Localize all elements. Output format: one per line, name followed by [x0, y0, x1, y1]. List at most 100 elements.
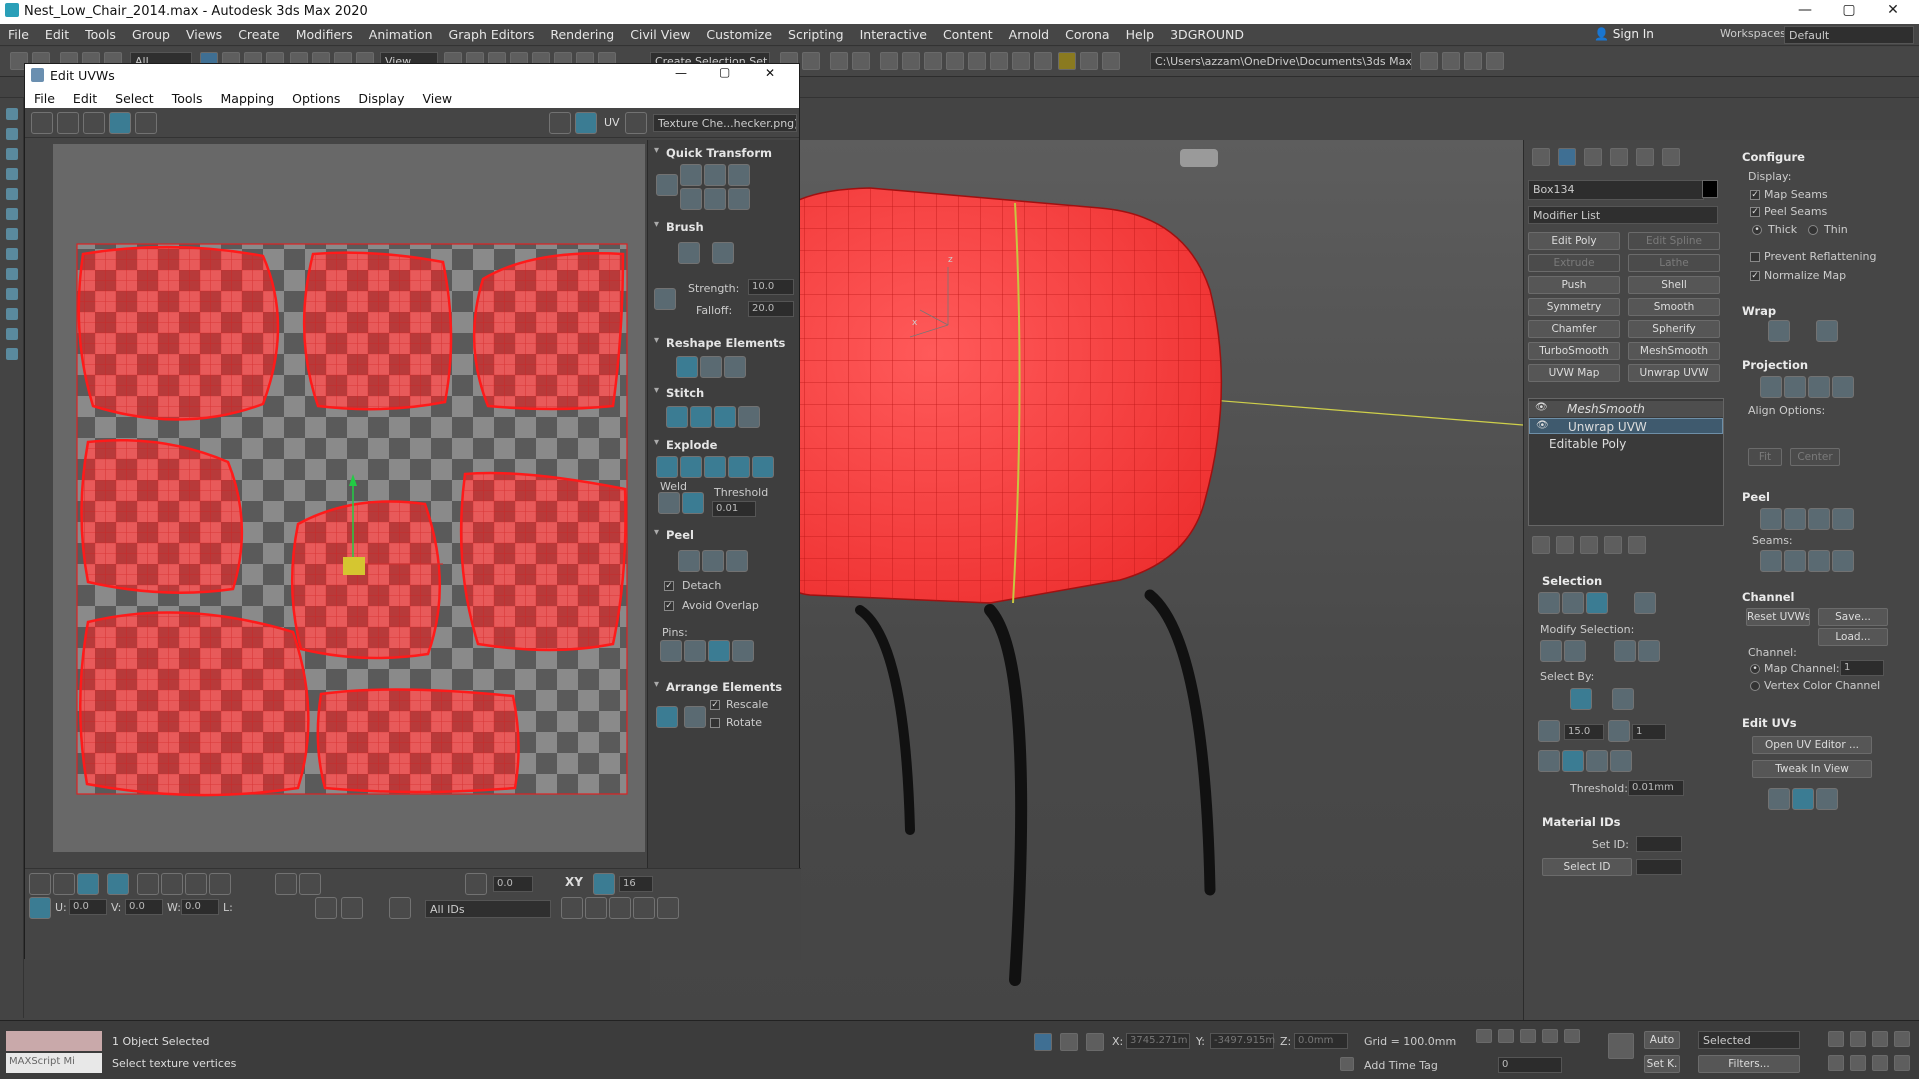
peel-header[interactable]: Peel	[1742, 490, 1770, 504]
spherical-map-icon[interactable]	[1808, 376, 1830, 398]
select-by-element-icon[interactable]	[1570, 688, 1592, 710]
menu-item-views[interactable]: Views	[178, 24, 230, 42]
uvw-menu-select[interactable]: Select	[106, 88, 163, 106]
load-channel-button[interactable]: Load...	[1818, 628, 1888, 646]
select-id-spinner[interactable]	[1636, 859, 1682, 875]
material-editor-icon[interactable]	[946, 52, 964, 70]
texture-dropdown[interactable]: Texture Che...hecker.png)	[653, 114, 797, 132]
show-hidden-icon[interactable]	[341, 897, 363, 919]
modifier-button-shell[interactable]: Shell	[1628, 276, 1720, 294]
paint-select-icon[interactable]	[275, 873, 297, 895]
box-map-icon[interactable]	[1832, 376, 1854, 398]
hierarchy-icon[interactable]	[6, 168, 18, 180]
brush-select-icon[interactable]	[299, 873, 321, 895]
modifier-button-lathe[interactable]: Lathe	[1628, 254, 1720, 272]
toggle-ribbon-icon[interactable]	[880, 52, 898, 70]
spline-map-icon[interactable]	[1768, 320, 1790, 342]
thick-radio[interactable]: •	[1752, 225, 1762, 235]
planar-angle-icon[interactable]	[1538, 720, 1560, 742]
modifier-button-spherify[interactable]: Spherify	[1628, 320, 1720, 338]
tweak-icon-2[interactable]	[1792, 788, 1814, 810]
rescale-checkbox[interactable]: ✓	[710, 700, 720, 710]
lscm-icon[interactable]	[1808, 508, 1830, 530]
tweak-in-view-button[interactable]: Tweak In View	[1752, 760, 1872, 778]
tweak-icon-3[interactable]	[1816, 788, 1838, 810]
z-coord-field[interactable]: 0.0mm	[1294, 1033, 1348, 1049]
uvw-maximize-button[interactable]: ▢	[719, 65, 730, 79]
relax-brush-icon[interactable]	[712, 242, 734, 264]
eye-icon[interactable]: 👁	[1536, 420, 1549, 431]
rotate-icon[interactable]	[57, 112, 79, 134]
pin-stack-icon[interactable]	[1532, 536, 1550, 554]
maxscript-listener[interactable]	[6, 1031, 102, 1051]
modifier-button-extrude[interactable]: Extrude	[1528, 254, 1620, 272]
menu-item-edit[interactable]: Edit	[37, 24, 77, 42]
grow-icon[interactable]	[1540, 640, 1562, 662]
shrink-selection-icon[interactable]	[161, 873, 183, 895]
modifier-button-edit-poly[interactable]: Edit Poly	[1528, 232, 1620, 250]
reset-peel-icon[interactable]	[726, 550, 748, 572]
save-channel-button[interactable]: Save...	[1818, 608, 1888, 626]
menu-item-arnold[interactable]: Arnold	[1001, 24, 1057, 42]
project-folder-icon[interactable]	[1420, 52, 1438, 70]
selection-threshold-spinner[interactable]: 0.01mm	[1628, 780, 1684, 796]
wrap-header[interactable]: Wrap	[1742, 304, 1776, 318]
select-pins-icon[interactable]	[732, 640, 754, 662]
pack-custom-icon[interactable]	[656, 706, 678, 728]
select-element-icon[interactable]	[1634, 592, 1656, 614]
unfold-strip-icon[interactable]	[1816, 320, 1838, 342]
select-id-button[interactable]: Select ID	[1542, 858, 1632, 876]
project-folder-dropdown[interactable]: C:\Users\azzam\OneDrive\Documents\3ds Ma…	[1150, 52, 1412, 70]
select-vertex-icon[interactable]	[1538, 592, 1560, 614]
menu-item-tools[interactable]: Tools	[77, 24, 124, 42]
detach-checkbox[interactable]: ✓	[664, 581, 674, 591]
schematic-view-icon[interactable]	[924, 52, 942, 70]
auto-pin-icon[interactable]	[708, 640, 730, 662]
loop-icon[interactable]	[185, 873, 207, 895]
filter-icon[interactable]	[6, 248, 18, 260]
pan-view-icon[interactable]	[1850, 1055, 1866, 1071]
fov-icon[interactable]	[1828, 1055, 1844, 1071]
next-frame-icon[interactable]	[1542, 1029, 1558, 1043]
stitch-to-source-icon[interactable]	[714, 406, 736, 428]
previous-frame-icon[interactable]	[1498, 1029, 1514, 1043]
pin-icon[interactable]	[660, 640, 682, 662]
uvw-menu-mapping[interactable]: Mapping	[212, 88, 284, 106]
show-map-icon[interactable]	[575, 112, 597, 134]
quick-peel-cmd-icon[interactable]	[1760, 508, 1782, 530]
stack-item-meshsmooth[interactable]: 👁 MeshSmooth	[1529, 401, 1723, 417]
brush-size-icon[interactable]	[654, 288, 676, 310]
open-icon[interactable]	[1442, 52, 1460, 70]
zoom-extents-icon[interactable]	[633, 897, 655, 919]
set-key-button[interactable]: Set K.	[1644, 1055, 1680, 1073]
convert-edge-icon[interactable]	[1832, 508, 1854, 530]
3dground-icon[interactable]	[1058, 52, 1076, 70]
grid-snap-icon[interactable]	[593, 873, 615, 895]
display-icon[interactable]	[6, 148, 18, 160]
peel-mode-icon[interactable]	[702, 550, 724, 572]
projection-header[interactable]: Projection	[1742, 358, 1808, 372]
minimize-button[interactable]: —	[1782, 2, 1828, 18]
edit-seams-icon[interactable]	[1760, 550, 1782, 572]
u-spinner[interactable]: 0.0	[69, 899, 107, 915]
grow-selection-icon[interactable]	[137, 873, 159, 895]
show-end-result-icon[interactable]	[1556, 536, 1574, 554]
uvw-close-button[interactable]: ✕	[765, 66, 775, 80]
reset-uvws-button[interactable]: Reset UVWs	[1746, 608, 1810, 626]
sort-icon[interactable]	[6, 208, 18, 220]
straighten-icon[interactable]	[676, 356, 698, 378]
modifier-button-turbosmooth[interactable]: TurboSmooth	[1528, 342, 1620, 360]
key-filters-button[interactable]: Filters...	[1698, 1055, 1800, 1073]
menu-item-animation[interactable]: Animation	[361, 24, 441, 42]
align-vertical-icon[interactable]	[680, 164, 702, 186]
sign-in-button[interactable]: 👤 Sign In	[1594, 27, 1654, 41]
ring-count-spinner[interactable]: 1	[1632, 724, 1666, 740]
explode-header[interactable]: Explode	[648, 436, 798, 454]
menu-item-file[interactable]: File	[0, 24, 37, 42]
zoom-icon[interactable]	[585, 897, 607, 919]
go-to-start-icon[interactable]	[1476, 1029, 1492, 1043]
add-time-tag-text[interactable]: Add Time Tag	[1364, 1059, 1438, 1072]
browse-icon[interactable]	[1486, 52, 1504, 70]
freeze-icon[interactable]	[6, 328, 18, 340]
uvw-menu-file[interactable]: File	[25, 88, 64, 106]
